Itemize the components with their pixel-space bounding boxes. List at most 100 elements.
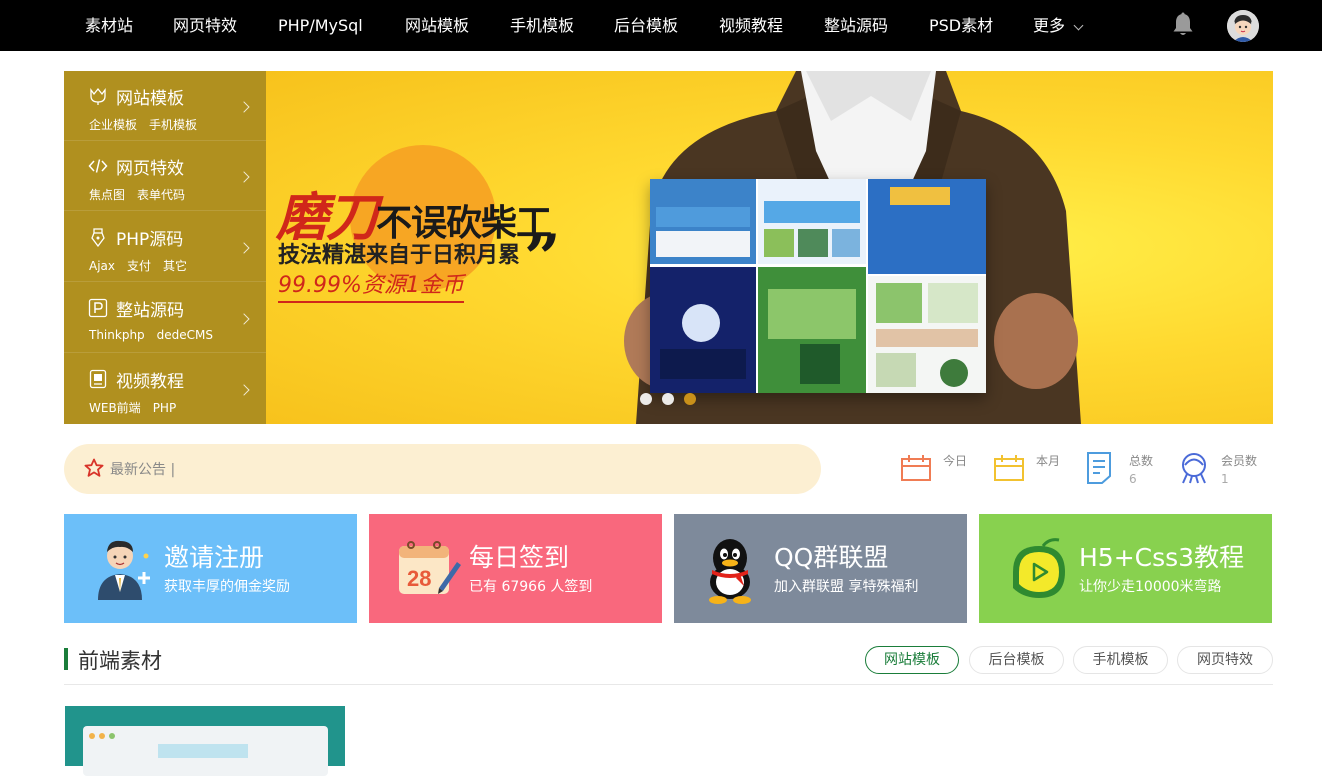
sub-link[interactable]: 焦点图: [89, 188, 125, 202]
sub-link[interactable]: Ajax: [89, 259, 115, 273]
play-bubble-icon: [1013, 538, 1065, 598]
invite-user-icon: [98, 540, 150, 600]
code-icon: [88, 159, 108, 173]
members-icon: [1182, 453, 1206, 484]
sidebar-item-label: PHP源码: [116, 230, 184, 250]
sidebar-item-label: 整站源码: [116, 301, 184, 321]
card-subtitle: 已有 67966 人签到: [469, 579, 593, 595]
sidebar-item-label: 网页特效: [116, 159, 184, 179]
sub-link[interactable]: Thinkphp: [89, 328, 145, 342]
sidebar-sub-links: 焦点图 表单代码: [89, 186, 197, 203]
category-side-menu: 网站模板 企业模板 手机模板 网页特效 焦点图 表单代码 PHP源码 Ajax 支付其…: [64, 71, 266, 424]
carousel-dot[interactable]: [662, 393, 674, 405]
sub-link[interactable]: 支付: [127, 259, 151, 273]
nav-item-sucaizhan[interactable]: 素材站: [85, 0, 133, 51]
sidebar-item-site-templates[interactable]: 网站模板 企业模板 手机模板: [64, 71, 266, 141]
tab-mobile-templates[interactable]: 手机模板: [1073, 646, 1168, 674]
tab-site-templates[interactable]: 网站模板: [865, 646, 959, 674]
calendar-checkin-icon: 28: [399, 541, 461, 594]
sidebar-sub-links: Ajax 支付 其它: [89, 257, 199, 274]
tab-web-effects[interactable]: 网页特效: [1177, 646, 1273, 674]
nav-item-more[interactable]: 更多: [1033, 0, 1065, 51]
stat-label: 今日: [943, 454, 968, 468]
sub-link[interactable]: 企业模板: [89, 118, 137, 132]
tulip-icon: [90, 87, 106, 105]
stat-month: 本月: [993, 450, 1073, 490]
card-subtitle: 让你少走10000米弯路: [1079, 579, 1222, 595]
chevron-right-icon: [238, 313, 250, 325]
nav-item-site-templates[interactable]: 网站模板: [405, 0, 469, 51]
bell-icon[interactable]: [1171, 12, 1195, 38]
carousel-dot[interactable]: [640, 393, 652, 405]
top-navigation-bar: 素材站 网页特效 PHP/MySql 网站模板 手机模板 后台模板 视频教程 整…: [0, 0, 1322, 51]
sub-link[interactable]: 表单代码: [137, 188, 185, 202]
qq-penguin-icon: [709, 539, 751, 604]
card-invite-register[interactable]: 邀请注册 获取丰厚的佣金奖励: [64, 514, 357, 623]
browser-window-preview: [83, 726, 328, 776]
stat-members: 会员数 1: [1178, 450, 1273, 490]
carousel-dot[interactable]: [684, 393, 696, 405]
template-thumbnail[interactable]: [65, 706, 345, 776]
card-title: H5+Css3教程: [1079, 543, 1245, 572]
sub-link[interactable]: WEB前端: [89, 401, 141, 415]
banner-promo-percent: 99.99%: [278, 273, 362, 298]
sub-link[interactable]: 其它: [163, 259, 187, 273]
sidebar-item-full-site-source[interactable]: 整站源码 Thinkphp dedeCMS: [64, 283, 266, 353]
sidebar-item-web-effects[interactable]: 网页特效 焦点图 表单代码: [64, 141, 266, 211]
section-title: 前端素材: [78, 649, 162, 673]
card-h5-css3-tutorial[interactable]: H5+Css3教程 让你少走10000米弯路: [979, 514, 1272, 623]
card-title: QQ群联盟: [774, 543, 889, 572]
tab-admin-templates[interactable]: 后台模板: [969, 646, 1064, 674]
sidebar-item-php-source[interactable]: PHP源码 Ajax 支付 其它: [64, 212, 266, 282]
chevron-right-icon: [238, 242, 250, 254]
hero-banner[interactable]: 磨刀不误砍柴工 技法精湛来自于日积月累 ” 99.99%资源1金币: [266, 71, 1273, 424]
card-title: 每日签到: [469, 543, 570, 572]
section-divider: [64, 684, 1273, 685]
stat-value: 6: [1129, 472, 1137, 486]
avatar[interactable]: [1227, 10, 1259, 42]
card-subtitle: 加入群联盟 享特殊福利: [774, 579, 919, 595]
sidebar-sub-links: WEB前端 PHP: [89, 399, 188, 416]
chevron-right-icon: [238, 384, 250, 396]
card-qq-group[interactable]: QQ群联盟 加入群联盟 享特殊福利: [674, 514, 967, 623]
star-outline-icon: [84, 458, 104, 477]
quote-mark-icon: ”: [524, 221, 561, 296]
sub-link[interactable]: dedeCMS: [157, 328, 213, 342]
svg-text:28: 28: [407, 566, 431, 591]
announcement-label: 最新公告 |: [110, 462, 176, 478]
parking-p-icon: [88, 298, 108, 318]
nav-item-psd[interactable]: PSD素材: [929, 0, 993, 51]
card-subtitle: 获取丰厚的佣金奖励: [164, 579, 290, 595]
card-daily-checkin[interactable]: 28 每日签到 已有 67966 人签到: [369, 514, 662, 623]
chevron-down-icon[interactable]: [1073, 20, 1084, 31]
section-accent-bar: [64, 648, 68, 670]
announcement-bar[interactable]: 最新公告 |: [64, 444, 821, 494]
sidebar-item-video-tutorials[interactable]: 视频教程 WEB前端 PHP: [64, 354, 266, 424]
sidebar-item-label: 网站模板: [116, 89, 184, 109]
sidebar-item-label: 视频教程: [116, 372, 184, 392]
sidebar-sub-links: 企业模板 手机模板: [89, 116, 209, 133]
video-book-icon: [89, 369, 107, 389]
banner-promo: 99.99%资源1金币: [278, 267, 464, 303]
user-avatar-icon: [1227, 10, 1259, 42]
stat-label: 会员数: [1221, 454, 1258, 468]
calendar-month-icon: [994, 455, 1024, 481]
stat-label: 本月: [1036, 454, 1061, 468]
nav-item-php-mysql[interactable]: PHP/MySql: [278, 0, 363, 51]
calendar-today-icon: [901, 455, 931, 481]
nav-item-full-site-source[interactable]: 整站源码: [824, 0, 888, 51]
nav-item-web-effects[interactable]: 网页特效: [173, 0, 237, 51]
chevron-right-icon: [238, 171, 250, 183]
nav-item-admin-templates[interactable]: 后台模板: [614, 0, 678, 51]
sub-link[interactable]: PHP: [153, 401, 177, 415]
sub-link[interactable]: 手机模板: [149, 118, 197, 132]
nav-item-mobile-templates[interactable]: 手机模板: [510, 0, 574, 51]
stat-label: 总数: [1129, 454, 1154, 468]
sidebar-sub-links: Thinkphp dedeCMS: [89, 328, 225, 342]
stat-today: 今日: [900, 450, 980, 490]
document-icon: [1087, 452, 1111, 484]
nav-item-video-tutorials[interactable]: 视频教程: [719, 0, 783, 51]
template-collage-image: [650, 179, 986, 393]
chevron-right-icon: [238, 101, 250, 113]
banner-promo-rest: 资源1金币: [361, 273, 464, 298]
